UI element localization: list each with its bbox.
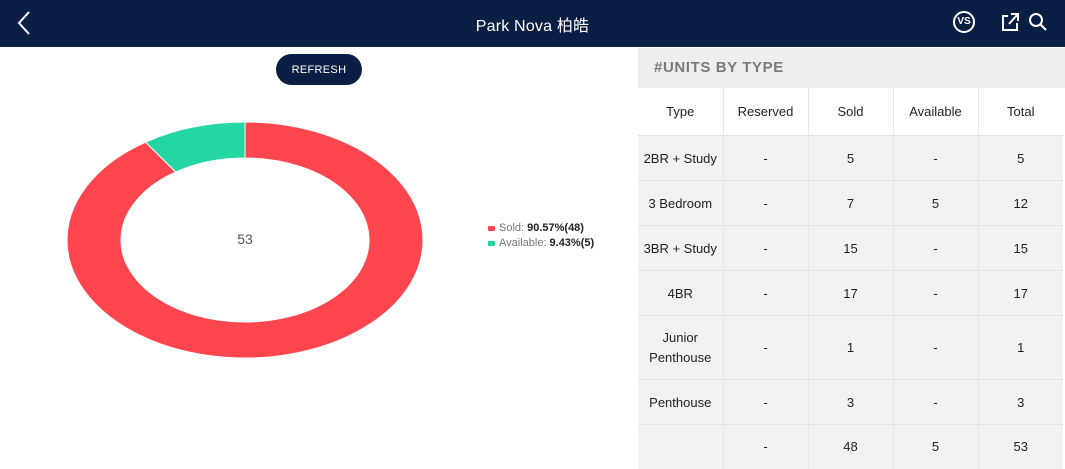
cell-reserved: - (723, 180, 809, 226)
cell-type: Penthouse (638, 379, 724, 425)
table-row: 4BR - 17 - 17 (638, 270, 1063, 316)
cell-available: 5 (893, 424, 979, 469)
share-icon[interactable] (999, 11, 1021, 33)
column-header-type: Type (638, 88, 724, 136)
cell-total: 15 (978, 225, 1063, 271)
cell-sold: 48 (808, 424, 894, 469)
cell-total: 1 (978, 315, 1063, 380)
table-row: Junior Penthouse - 1 - 1 (638, 315, 1063, 380)
cell-available: - (893, 379, 979, 425)
cell-available: - (893, 225, 979, 271)
page-title: Park Nova 柏皓 (475, 18, 590, 35)
cell-reserved: - (723, 135, 809, 181)
cell-sold: 1 (808, 315, 894, 380)
cell-sold: 17 (808, 270, 894, 316)
cell-available: - (893, 270, 979, 316)
units-table: Type Reserved Sold Available Total 2BR +… (638, 88, 1063, 469)
table-totals-row: - 48 5 53 (638, 424, 1063, 469)
cell-type: 3BR + Study (638, 225, 724, 271)
cell-sold: 15 (808, 225, 894, 271)
legend-item-sold[interactable]: Sold: 90.57%(48) (488, 222, 594, 237)
cell-type: 4BR (638, 270, 724, 316)
legend-label-sold: Sold (499, 222, 522, 234)
units-donut-chart: 53 (60, 115, 430, 365)
cell-sold: 5 (808, 135, 894, 181)
table-row: 3 Bedroom - 7 5 12 (638, 180, 1063, 226)
compare-vs-icon[interactable]: VS (953, 11, 975, 33)
cell-sold: 7 (808, 180, 894, 226)
cell-reserved: - (723, 424, 809, 469)
table-row: Penthouse - 3 - 3 (638, 379, 1063, 425)
cell-total: 5 (978, 135, 1063, 181)
cell-type: 2BR + Study (638, 135, 724, 181)
column-header-available: Available (893, 88, 979, 136)
column-header-sold: Sold (808, 88, 894, 136)
cell-total: 3 (978, 379, 1063, 425)
legend-item-available[interactable]: Available: 9.43%(5) (488, 237, 594, 252)
table-row: 2BR + Study - 5 - 5 (638, 135, 1063, 181)
legend-swatch-available (488, 240, 495, 246)
cell-reserved: - (723, 315, 809, 380)
cell-total: 53 (978, 424, 1063, 469)
cell-total: 12 (978, 180, 1063, 226)
units-by-type-panel: #UNITS BY TYPE Type Reserved Sold Availa… (638, 48, 1065, 469)
legend-label-available: Available (499, 237, 544, 249)
donut-center-total: 53 (237, 231, 253, 247)
refresh-button[interactable]: REFRESH (276, 54, 362, 85)
cell-available: - (893, 315, 979, 380)
cell-available: 5 (893, 180, 979, 226)
cell-reserved: - (723, 379, 809, 425)
column-header-total: Total (978, 88, 1063, 136)
cell-available: - (893, 135, 979, 181)
legend-value-sold: 90.57%(48) (527, 222, 584, 234)
cell-sold: 3 (808, 379, 894, 425)
cell-type (638, 424, 724, 469)
cell-type: Junior Penthouse (638, 315, 724, 380)
legend-swatch-sold (488, 225, 495, 231)
table-row: 3BR + Study - 15 - 15 (638, 225, 1063, 271)
cell-type: 3 Bedroom (638, 180, 724, 226)
table-header-row: Type Reserved Sold Available Total (638, 88, 1063, 136)
cell-reserved: - (723, 225, 809, 271)
top-bar: Park Nova 柏皓 VS (0, 0, 1065, 47)
panel-title: #UNITS BY TYPE (638, 48, 1065, 88)
search-icon[interactable] (1027, 11, 1049, 33)
cell-reserved: - (723, 270, 809, 316)
chart-legend: Sold: 90.57%(48) Available: 9.43%(5) (488, 222, 594, 252)
cell-total: 17 (978, 270, 1063, 316)
legend-value-available: 9.43%(5) (549, 237, 595, 249)
column-header-reserved: Reserved (723, 88, 809, 136)
